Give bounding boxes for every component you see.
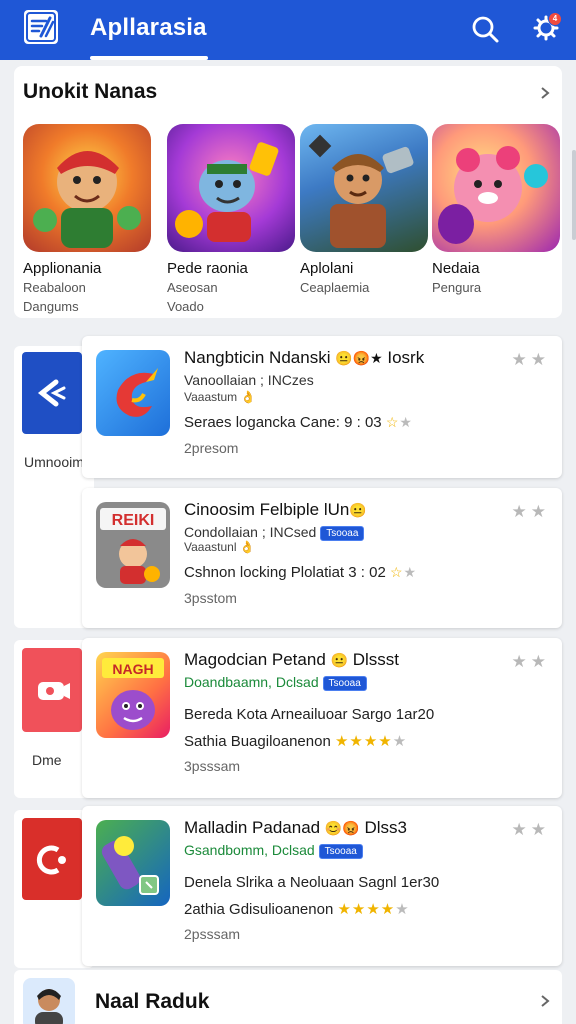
tab-indicator	[90, 56, 208, 60]
svg-text:REIKI: REIKI	[112, 512, 155, 529]
bottom-section[interactable]: Naal Raduk	[14, 970, 562, 1024]
favorite-stars-icon[interactable]: ★★	[512, 652, 550, 672]
favorite-stars-icon[interactable]: ★★	[512, 502, 550, 522]
favorite-stars-icon[interactable]: ★★	[512, 820, 550, 840]
side-panel-label: Dme	[32, 752, 62, 768]
app-tag: Vaaastunl 👌	[184, 540, 255, 554]
game-icon[interactable]	[300, 124, 428, 252]
featured-item-sub: Voado	[167, 299, 204, 314]
app-description: Seraes logancka Cane: 9 : 03 ☆★	[184, 414, 413, 431]
featured-item-sub: Ceaplaemia	[300, 280, 370, 295]
app-developer: Condollaian ; INCsed Tsooaa	[184, 524, 365, 541]
top-app-bar: Apllarasia 4	[0, 0, 576, 60]
featured-item-name: Pede raonia	[167, 260, 248, 277]
app-title: Apllarasia	[90, 14, 207, 41]
app-badge: Tsooaa	[322, 675, 367, 691]
featured-item[interactable]: Pede raonia Aseosan Voado	[167, 124, 297, 315]
side-panel-label: Umnooim	[24, 454, 84, 470]
app-logo-icon[interactable]	[24, 10, 58, 44]
app-name: Magodcian Petand 😐 Dlssst	[184, 650, 399, 669]
favorite-stars-icon[interactable]: ★★	[512, 350, 550, 370]
game-icon[interactable]	[23, 124, 151, 252]
featured-item-name: Applionania	[23, 260, 102, 277]
featured-item-sub: Pengura	[432, 280, 482, 295]
app-icon[interactable]	[96, 350, 170, 436]
featured-section: Unokit Nanas Applionania Reabaloon Dangu…	[14, 66, 562, 318]
app-meta: 2presom	[184, 440, 239, 456]
app-icon[interactable]: NAGH	[96, 652, 170, 738]
app-meta: 3psssam	[184, 758, 241, 774]
app-icon[interactable]	[96, 820, 170, 906]
app-meta: 2psssam	[184, 926, 241, 942]
app-meta: 3psstom	[184, 590, 237, 606]
game-icon[interactable]	[432, 124, 560, 252]
app-list-item[interactable]: Nangbticin Ndanski 😐😡★ Iosrk Vanoollaian…	[82, 336, 562, 478]
featured-item-sub: Reabaloon	[23, 280, 86, 295]
back-arrow-icon[interactable]	[22, 352, 82, 434]
app-developer: Vanoollaian ; INCzes	[184, 372, 314, 388]
app-list-item[interactable]: NAGH Magodcian Petand 😐 Dlssst Doandbaam…	[82, 638, 562, 798]
search-icon[interactable]	[470, 14, 500, 44]
featured-item[interactable]: Nedaia Pengura	[432, 124, 562, 296]
notification-badge: 4	[548, 12, 562, 26]
chevron-right-icon[interactable]	[538, 994, 552, 1008]
app-badge: Tsooaa	[318, 843, 363, 859]
app-name: Nangbticin Ndanski 😐😡★ Iosrk	[184, 348, 425, 367]
featured-item-sub: Dangums	[23, 299, 79, 314]
app-tag: Vaaastum 👌	[184, 390, 256, 404]
app-list-item[interactable]: REIKI Cinoosim Felbiple lUn😐 Condollaian…	[82, 488, 562, 628]
avatar	[23, 978, 75, 1024]
svg-text:NAGH: NAGH	[112, 661, 153, 677]
app-name: Malladin Padanad 😊😡 Dlss3	[184, 818, 407, 837]
app-name: Cinoosim Felbiple lUn😐	[184, 500, 367, 519]
app-description: Sathia Buagiloanenon ★★★★★	[184, 733, 408, 750]
app-list-item[interactable]: Malladin Padanad 😊😡 Dlss3 Gsandbomm, Dcl…	[82, 806, 562, 966]
featured-item[interactable]: Applionania Reabaloon Dangums	[23, 124, 153, 315]
app-description: Bereda Kota Arneailuoar Sargo 1ar20	[184, 706, 435, 723]
app-description: 2athia Gdisulioanenon ★★★★★	[184, 901, 410, 918]
game-icon[interactable]	[167, 124, 295, 252]
video-icon[interactable]	[22, 648, 82, 732]
featured-item[interactable]: Aplolani Ceaplaemia	[300, 124, 430, 296]
section-title: Unokit Nanas	[23, 80, 158, 103]
featured-item-name: Nedaia	[432, 260, 480, 277]
app-description: Cshnon locking Plolatiat 3 : 02 ☆★	[184, 564, 418, 581]
chevron-right-icon[interactable]	[538, 86, 552, 100]
link-icon[interactable]	[22, 818, 82, 900]
featured-item-sub: Aseosan	[167, 280, 218, 295]
app-icon[interactable]: REIKI	[96, 502, 170, 588]
app-developer: Gsandbomm, Dclsad Tsooaa	[184, 842, 363, 859]
section-title: Naal Raduk	[95, 990, 210, 1013]
app-badge: Tsooaa	[320, 525, 365, 541]
app-developer: Doandbaamn, Dclsad Tsooaa	[184, 674, 367, 691]
app-description: Denela Slrika a Neoluaan Sagnl 1er30	[184, 874, 440, 891]
scrollbar[interactable]	[572, 150, 576, 240]
featured-item-name: Aplolani	[300, 260, 354, 277]
